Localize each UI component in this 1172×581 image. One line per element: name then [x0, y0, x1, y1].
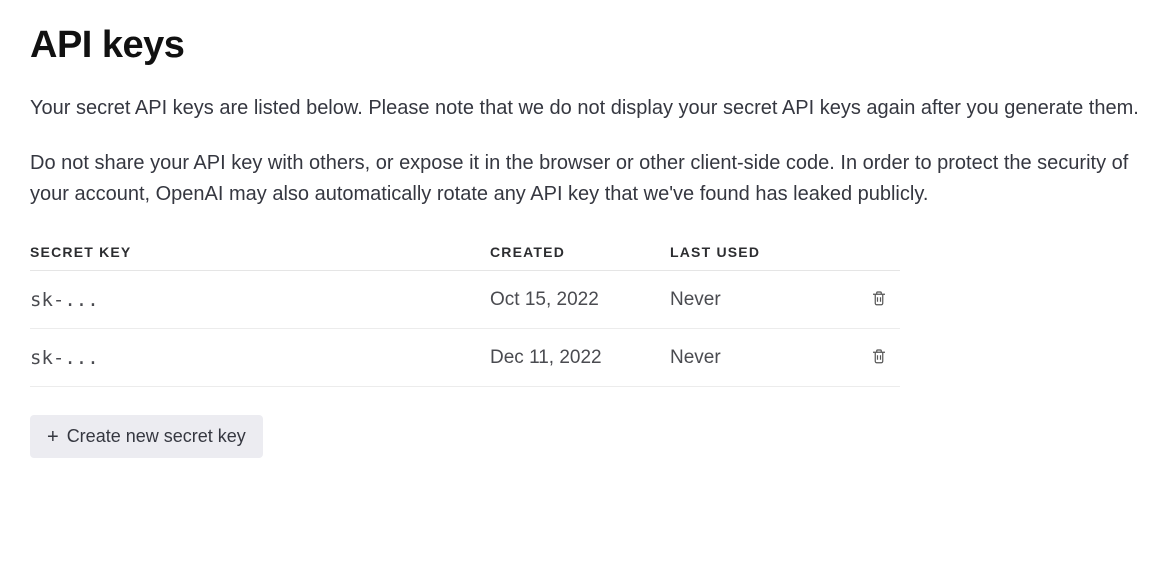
create-new-secret-key-button[interactable]: + Create new secret key [30, 415, 263, 458]
plus-icon: + [47, 427, 59, 447]
header-last-used: LAST USED [670, 234, 840, 271]
header-actions [840, 234, 900, 271]
delete-key-button[interactable] [866, 285, 892, 314]
table-row: sk-... Dec 11, 2022 Never [30, 329, 900, 387]
description-paragraph-2: Do not share your API key with others, o… [30, 148, 1140, 210]
trash-icon [870, 347, 888, 368]
cell-created: Dec 11, 2022 [490, 329, 670, 387]
create-button-label: Create new secret key [67, 426, 246, 447]
table-row: sk-... Oct 15, 2022 Never [30, 271, 900, 329]
header-created: CREATED [490, 234, 670, 271]
trash-icon [870, 289, 888, 310]
page-title: API keys [30, 24, 1142, 67]
cell-secret-key: sk-... [30, 329, 490, 387]
table-header-row: SECRET KEY CREATED LAST USED [30, 234, 900, 271]
description-paragraph-1: Your secret API keys are listed below. P… [30, 93, 1140, 124]
cell-last-used: Never [670, 271, 840, 329]
cell-last-used: Never [670, 329, 840, 387]
cell-secret-key: sk-... [30, 271, 490, 329]
delete-key-button[interactable] [866, 343, 892, 372]
api-keys-table: SECRET KEY CREATED LAST USED sk-... Oct … [30, 234, 900, 387]
cell-created: Oct 15, 2022 [490, 271, 670, 329]
header-secret-key: SECRET KEY [30, 234, 490, 271]
